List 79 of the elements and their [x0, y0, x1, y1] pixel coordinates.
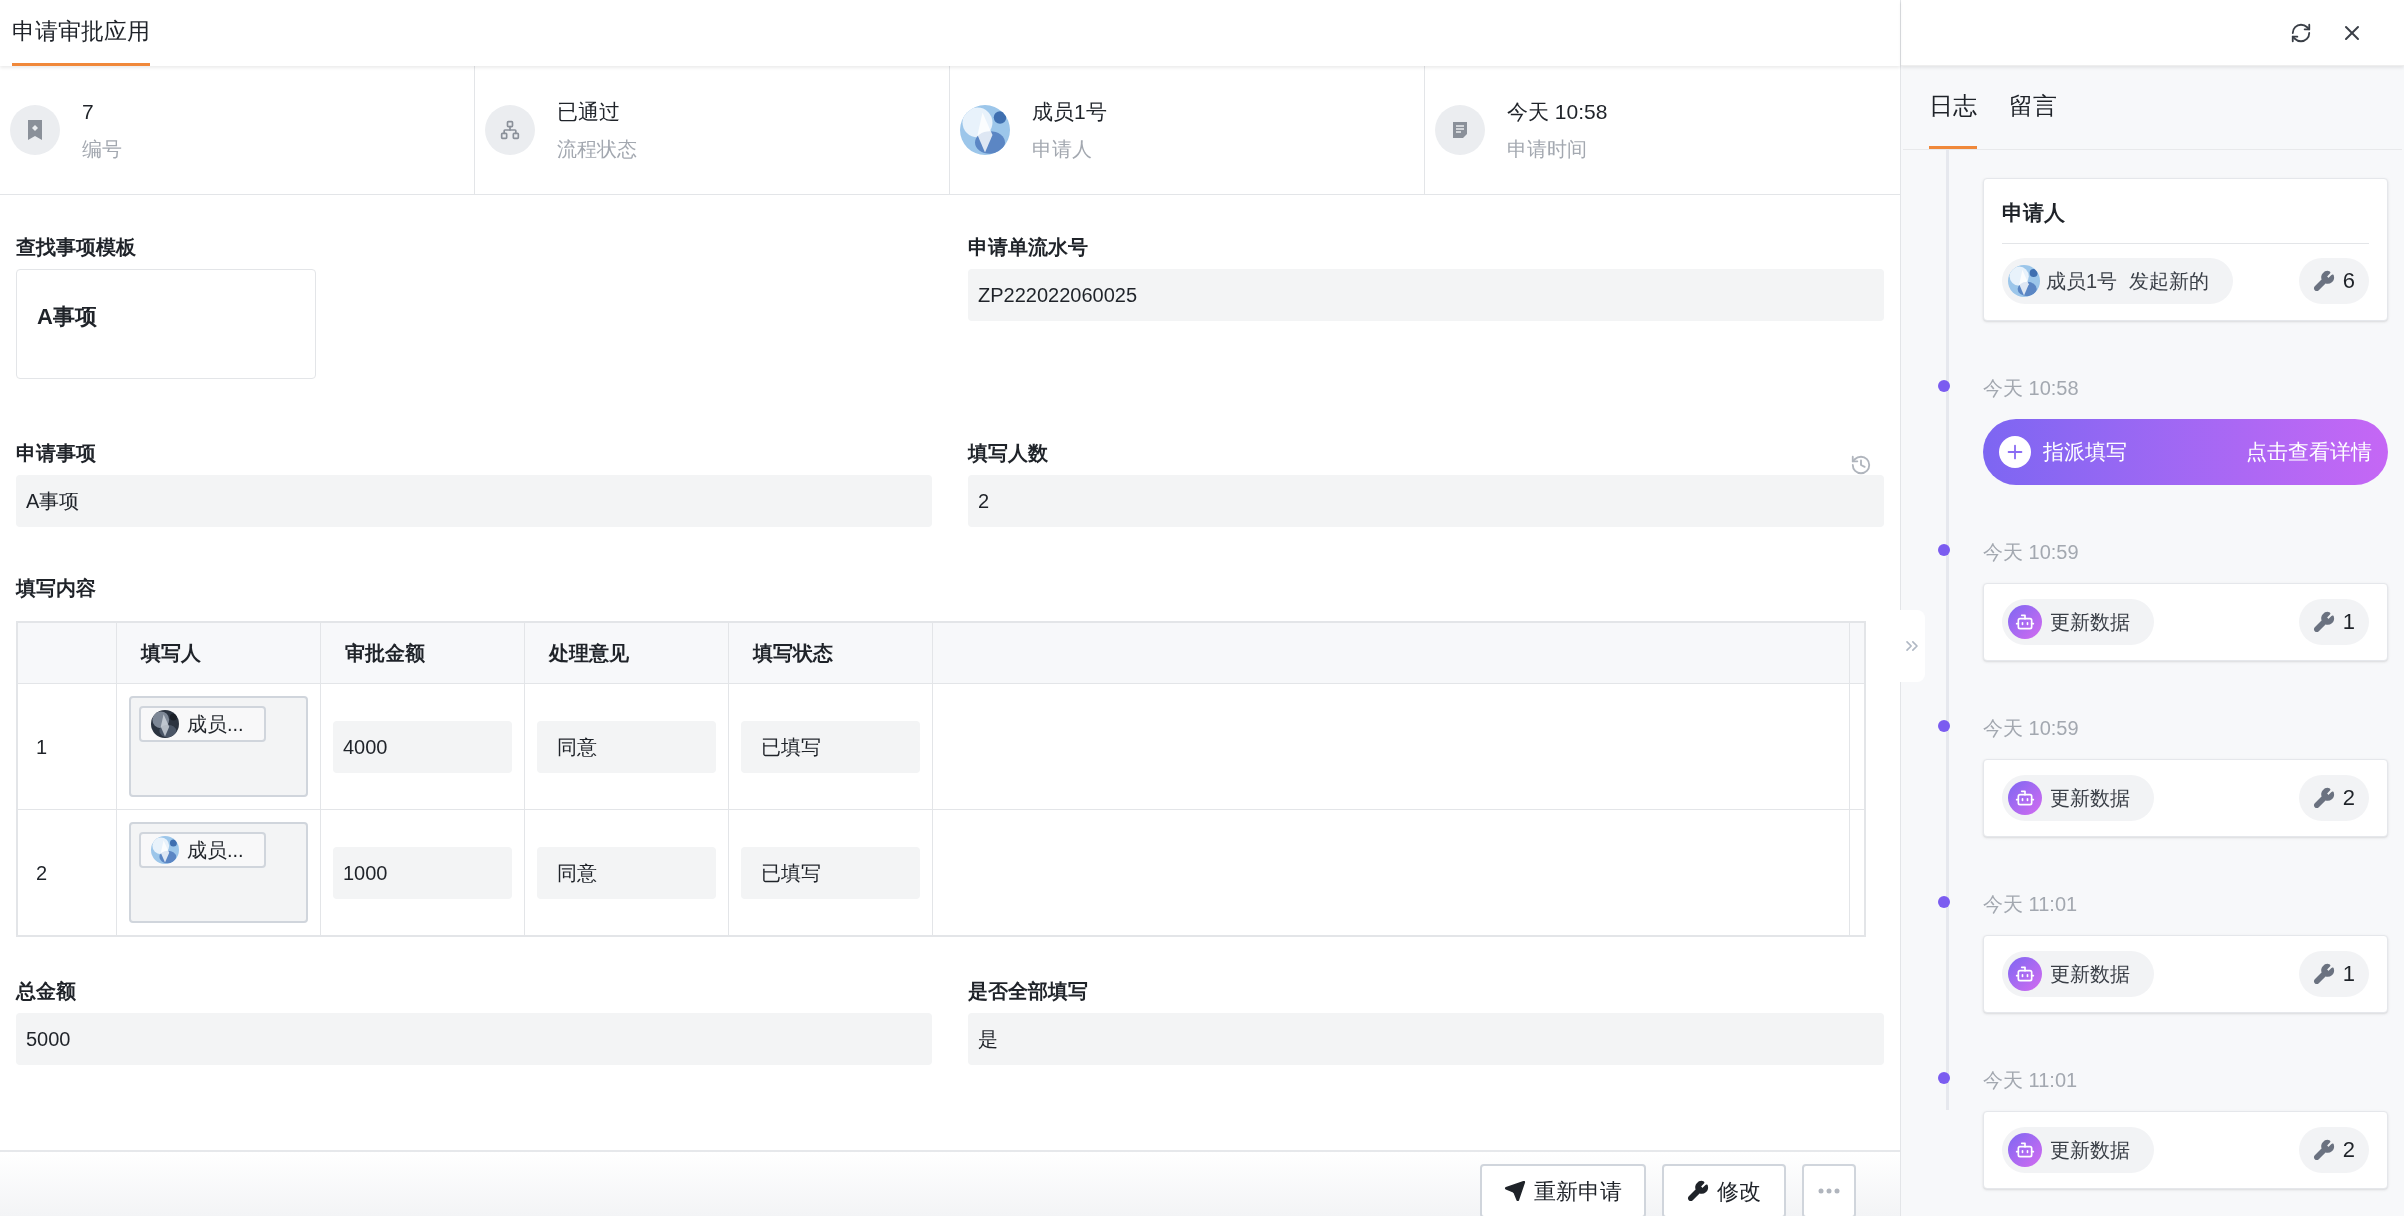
update-label: 更新数据	[2050, 961, 2130, 987]
reapply-button[interactable]: 重新申请	[1480, 1164, 1646, 1216]
row-index: 1	[36, 734, 48, 760]
column-header: 审批金额	[345, 641, 425, 666]
member-field[interactable]: 成员...	[129, 696, 308, 797]
log-time: 今天 10:59	[1983, 540, 2079, 563]
side-tab[interactable]: 日志	[1929, 88, 1977, 149]
cell-field[interactable]: 已填写	[741, 846, 920, 899]
send-icon	[1504, 1180, 1526, 1202]
wrench-icon	[2312, 610, 2335, 633]
field-label: 查找事项模板	[16, 235, 136, 260]
more-icon	[1818, 1188, 1840, 1194]
column-header: 填写人	[141, 641, 201, 666]
info-label: 申请人	[1032, 136, 1093, 162]
wrench-icon	[2312, 962, 2335, 985]
member-field[interactable]: 成员...	[129, 822, 308, 923]
row-index: 2	[36, 860, 48, 886]
template-card[interactable]: A事项	[16, 269, 316, 379]
table-title: 填写内容	[16, 576, 97, 601]
count-pill: 1	[2298, 950, 2369, 997]
column-header: 处理意见	[549, 641, 629, 666]
info-value: 7	[82, 99, 95, 126]
cell-field[interactable]: 1000	[333, 846, 512, 899]
field-label: 申请事项	[16, 441, 96, 466]
robot-icon	[2008, 1132, 2042, 1167]
field-label: 填写人数	[968, 441, 1048, 466]
hierarchy-icon	[485, 105, 535, 155]
collapse-handle[interactable]	[1899, 610, 1925, 682]
info-value: 成员1号	[1032, 99, 1107, 126]
robot-icon	[2008, 604, 2042, 639]
column-header: 填写状态	[753, 641, 833, 666]
input-field[interactable]: ZP222022060025	[968, 269, 1884, 321]
log-time: 今天 11:01	[1983, 1068, 2078, 1091]
wrench-icon	[1687, 1180, 1709, 1202]
member-name: 成员...	[187, 838, 244, 863]
update-label: 更新数据	[2050, 609, 2130, 635]
cell-field[interactable]: 4000	[333, 720, 512, 773]
cell-field[interactable]: 同意	[537, 846, 716, 899]
bookmark-icon	[10, 105, 60, 155]
log-time: 今天 10:58	[1983, 376, 2079, 399]
assign-banner[interactable]: 指派填写 点击查看详情	[1983, 418, 2388, 485]
count-pill: 6	[2298, 257, 2369, 304]
info-label: 编号	[82, 136, 122, 162]
refresh-icon[interactable]	[2290, 21, 2312, 44]
edit-button[interactable]: 修改	[1662, 1164, 1786, 1216]
input-field[interactable]: 5000	[16, 1013, 932, 1065]
cell-field[interactable]: 已填写	[741, 720, 920, 773]
member-name: 成员...	[187, 712, 244, 737]
card-title: 申请人	[2002, 197, 2369, 244]
app-title[interactable]: 申请审批应用	[12, 0, 150, 66]
count-pill: 1	[2298, 598, 2369, 645]
note-icon	[1435, 105, 1485, 155]
action-text: 发起新的	[2129, 268, 2210, 294]
count-pill: 2	[2298, 774, 2369, 821]
wrench-icon	[2312, 1138, 2335, 1161]
robot-icon	[2008, 956, 2042, 991]
history-icon	[1850, 454, 1872, 476]
update-label: 更新数据	[2050, 1137, 2130, 1163]
update-label: 更新数据	[2050, 785, 2130, 811]
cell-field[interactable]: 同意	[537, 720, 716, 773]
input-field[interactable]: 2	[968, 475, 1884, 527]
robot-icon	[2008, 780, 2042, 815]
info-value: 今天 10:58	[1507, 99, 1608, 126]
count-pill: 2	[2298, 1126, 2369, 1173]
input-field[interactable]: 是	[968, 1013, 1884, 1065]
assign-label: 指派填写	[2043, 438, 2127, 465]
info-label: 流程状态	[557, 136, 637, 162]
side-tab[interactable]: 留言	[2009, 88, 2057, 149]
log-time: 今天 11:01	[1983, 892, 2078, 915]
info-label: 申请时间	[1507, 136, 1588, 162]
field-label: 是否全部填写	[968, 979, 1088, 1004]
field-label: 总金额	[16, 979, 76, 1004]
wrench-icon	[2312, 269, 2335, 292]
log-time: 今天 10:59	[1983, 716, 2079, 739]
input-field[interactable]: A事项	[16, 475, 932, 527]
actor-name: 成员1号	[2046, 268, 2118, 294]
field-label: 申请单流水号	[968, 235, 1088, 260]
wrench-icon	[2312, 786, 2335, 809]
info-value: 已通过	[557, 99, 621, 126]
